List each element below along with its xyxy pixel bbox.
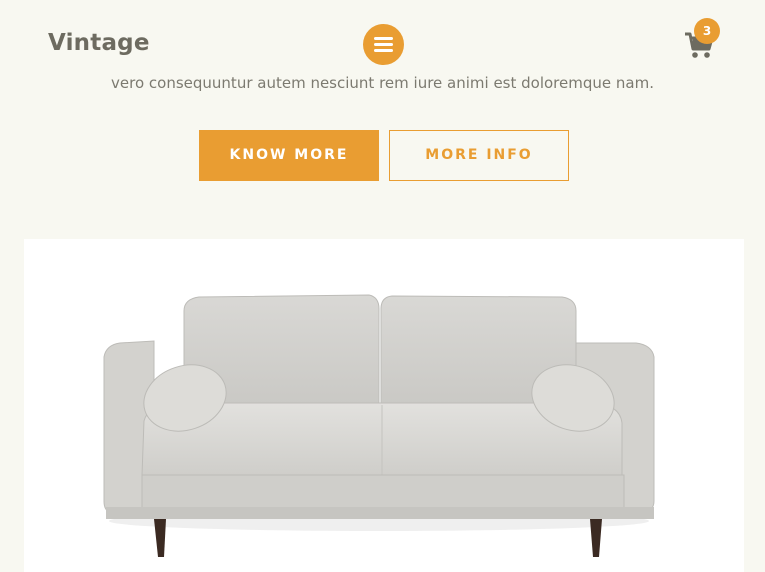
more-info-button[interactable]: MORE INFO xyxy=(389,130,569,181)
menu-button[interactable] xyxy=(363,24,404,65)
header: Vintage 3 xyxy=(0,0,765,70)
hero-tagline: vero consequuntur autem nesciunt rem iur… xyxy=(111,74,654,92)
brand-logo[interactable]: Vintage xyxy=(48,30,150,56)
sofa-image xyxy=(103,294,655,557)
know-more-button[interactable]: KNOW MORE xyxy=(199,130,379,181)
product-image-card xyxy=(24,239,744,572)
cart-count-badge: 3 xyxy=(694,18,720,44)
